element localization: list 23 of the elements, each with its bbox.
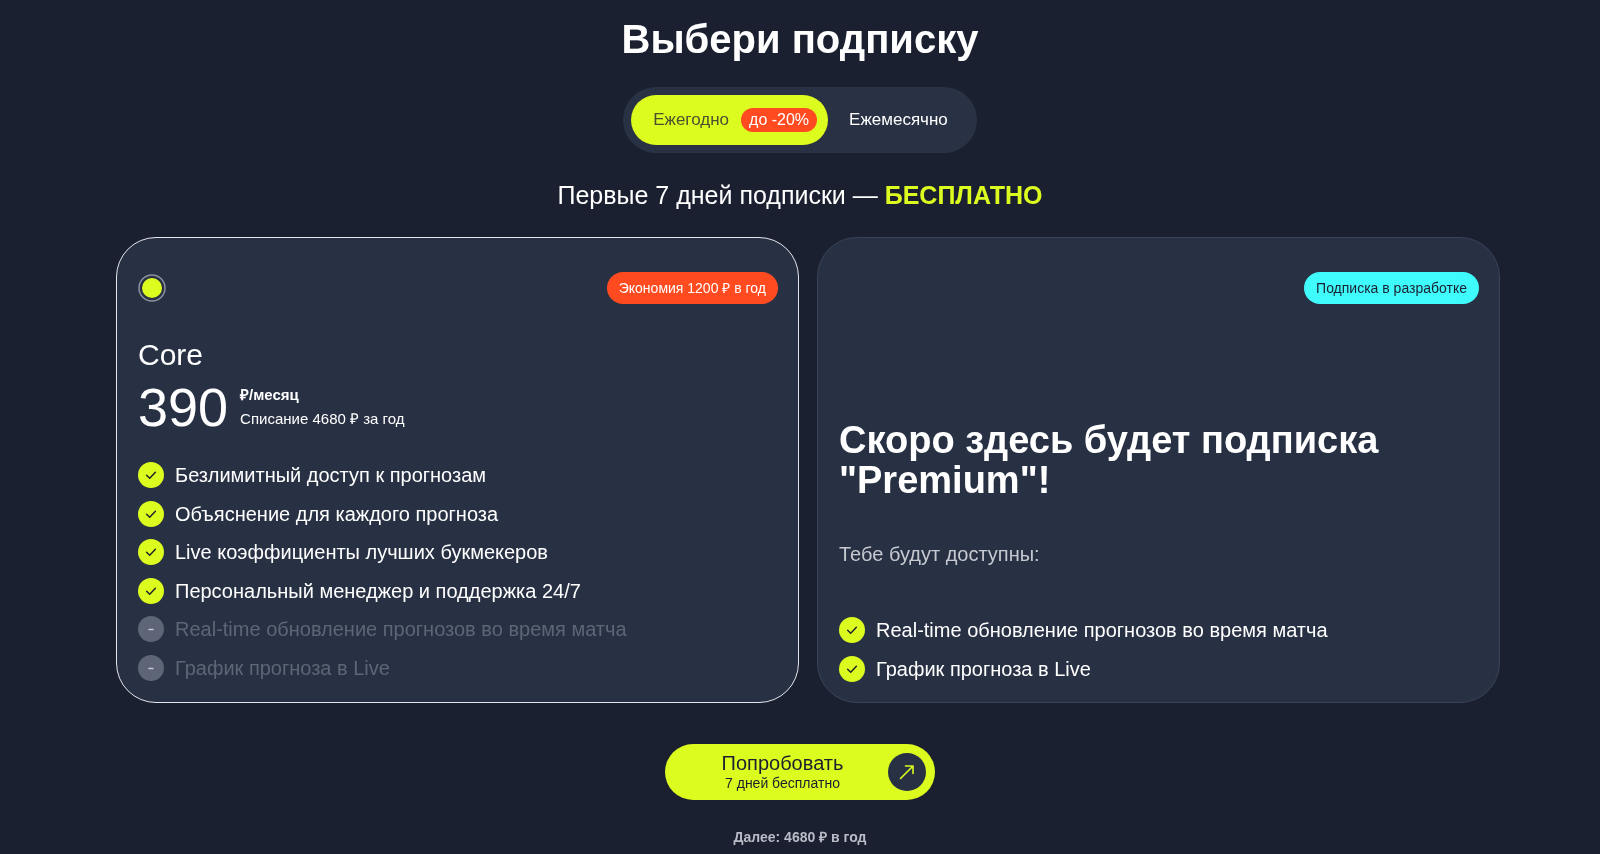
intro-text: Тебе будут доступны: bbox=[839, 542, 1041, 567]
discount-badge: до -20% bbox=[741, 108, 818, 132]
status-badge: Экономия 1200 ₽ в год bbox=[606, 272, 778, 304]
price-amount: 390 bbox=[138, 379, 229, 435]
price-footnote: Далее: 4680 ₽ в год bbox=[733, 828, 867, 846]
billing-note: Списание 4680 ₽ за год bbox=[240, 409, 405, 429]
try-button[interactable]: Попробовать 7 дней бесплатно bbox=[665, 744, 935, 800]
price-period: ₽/месяц bbox=[240, 385, 300, 405]
card-heading: Скоро здесь будет подписка "Premium"! bbox=[839, 420, 1380, 500]
feature-text: Real-time обновление прогнозов во время матча bbox=[876, 618, 1328, 643]
feature-text: Объяснение для каждого прогноза bbox=[175, 501, 499, 527]
trial-note: Первые 7 дней подписки — БЕСПЛАТНО bbox=[557, 181, 1043, 209]
page-title: Выбери подписку bbox=[621, 16, 979, 63]
plan-card[interactable] bbox=[116, 237, 799, 703]
feature-text: График прогноза в Live bbox=[876, 656, 1091, 682]
status-badge: Подписка в разработке bbox=[1304, 272, 1479, 304]
billing-tab[interactable]: Ежегодно до -20% bbox=[631, 95, 829, 145]
radio-button[interactable] bbox=[138, 274, 166, 302]
feature-text: Персональный менеджер и поддержка 24/7 bbox=[175, 578, 581, 604]
feature-text: Безлимитный доступ к прогнозам bbox=[175, 463, 487, 488]
plan-name: Core bbox=[138, 337, 205, 373]
feature-text: Live коэффициенты лучших букмекеров bbox=[175, 540, 548, 566]
billing-tab[interactable]: Ежемесячно bbox=[828, 95, 969, 145]
